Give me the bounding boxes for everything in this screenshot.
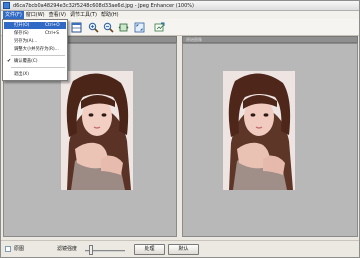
file-menu-dropdown: 打开(O) Ctrl+O 保存(S) Ctrl+S 另存为(A)... 调整大小…: [2, 19, 68, 81]
compare-label: 原图: [14, 246, 25, 252]
original-image-panel[interactable]: [182, 43, 358, 237]
menu-item-open-label: 打开(O): [14, 23, 30, 28]
menu-tools[interactable]: 调节工具(T): [68, 11, 99, 19]
menu-item-save-label: 保存(S): [14, 31, 29, 36]
menu-item-resize-save-as-label: 调整大小并另存为(R)...: [14, 47, 59, 52]
strength-slider-thumb[interactable]: [89, 245, 93, 255]
check-icon: ✔: [7, 58, 12, 64]
menu-item-open[interactable]: 打开(O) Ctrl+O: [4, 22, 66, 29]
menu-item-resize-save-as[interactable]: 调整大小并另存为(R)...: [4, 46, 66, 53]
compare-checkbox[interactable]: [5, 246, 11, 252]
window-icon[interactable]: [71, 22, 82, 33]
menu-item-save-as-label: 另存为(A)...: [14, 39, 38, 44]
app-icon: [3, 2, 10, 9]
menu-item-save[interactable]: 保存(S) Ctrl+S: [4, 30, 66, 37]
zoom-in-icon[interactable]: [88, 22, 99, 33]
menu-separator: [11, 55, 65, 56]
original-photo: [223, 71, 295, 190]
menu-item-exit-label: 退出(X): [14, 72, 29, 77]
menu-bar: 文件(F) 窗口(W) 查看(V) 调节工具(T) 帮助(H): [1, 11, 359, 19]
window-title: d6ca7bcb0a48294e3c32f5248c608d33ae6d.jpg…: [13, 2, 194, 9]
original-panel-header: 原始图像: [182, 36, 358, 43]
menu-item-exit[interactable]: 退出(X): [4, 71, 66, 78]
menu-item-open-shortcut: Ctrl+O: [45, 23, 60, 28]
menu-item-confirm-overwrite[interactable]: ✔ 确认覆盖(C): [4, 58, 66, 65]
fit-width-icon[interactable]: [118, 22, 129, 33]
menu-window[interactable]: 窗口(W): [24, 11, 47, 19]
menu-help[interactable]: 帮助(H): [99, 11, 121, 19]
menu-separator: [11, 67, 65, 68]
export-icon[interactable]: [154, 22, 165, 33]
strength-label: 滤镜强度: [57, 246, 78, 252]
menu-view[interactable]: 查看(V): [47, 11, 68, 19]
menu-item-save-shortcut: Ctrl+S: [45, 31, 59, 36]
menu-file[interactable]: 文件(F): [3, 11, 24, 19]
default-button[interactable]: 默认: [168, 244, 199, 255]
processed-photo: [61, 71, 133, 190]
status-bar: 原图 滤镜强度 处理 默认: [1, 240, 359, 257]
menu-item-confirm-overwrite-label: 确认覆盖(C): [14, 59, 38, 64]
title-bar: d6ca7bcb0a48294e3c32f5248c608d33ae6d.jpg…: [1, 1, 359, 11]
fit-window-icon[interactable]: [134, 22, 145, 33]
app-window: d6ca7bcb0a48294e3c32f5248c608d33ae6d.jpg…: [0, 0, 360, 258]
zoom-out-icon[interactable]: [103, 22, 114, 33]
apply-button[interactable]: 处理: [134, 244, 165, 255]
menu-item-save-as[interactable]: 另存为(A)...: [4, 38, 66, 45]
